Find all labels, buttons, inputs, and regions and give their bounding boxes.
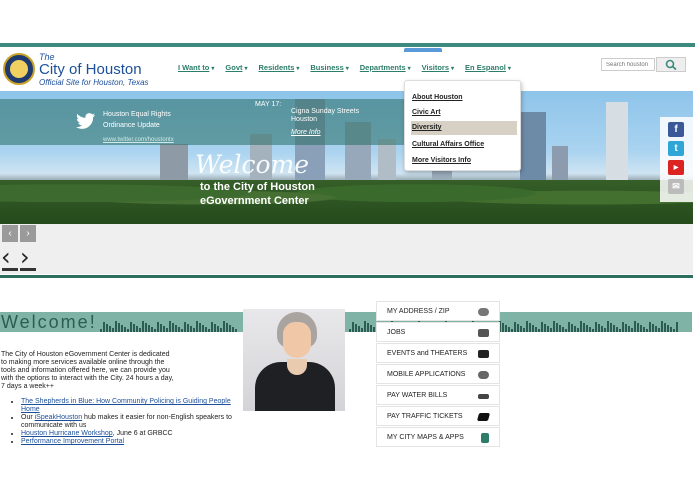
quick-link-pay-water[interactable]: PAY WATER BILLS (376, 385, 500, 405)
chevron-down-icon: ▾ (211, 66, 215, 72)
quick-link-my-address[interactable]: MY ADDRESS / ZIP (376, 301, 500, 321)
list-item: Houston Hurricane Workshop, June 6 at GR… (21, 430, 245, 438)
section-divider (0, 275, 693, 278)
briefcase-icon (478, 329, 489, 337)
hero-welcome-heading: Welcome (195, 150, 310, 179)
city-seal-logo[interactable] (3, 53, 35, 85)
slider-next-button[interactable]: › (20, 243, 30, 271)
search-icon (665, 59, 677, 70)
top-accent-bar (0, 43, 695, 47)
nav-govt[interactable]: Govt ▾ (225, 63, 247, 72)
nav-i-want-to[interactable]: I Want to ▾ (178, 63, 214, 72)
slider-dot[interactable] (2, 268, 18, 271)
news-link[interactable]: Houston Hurricane Workshop (21, 430, 113, 437)
nav-visitors[interactable]: Visitors ▾ (422, 63, 454, 72)
page: The City of Houston Official Site for Ho… (0, 0, 695, 494)
brand-tagline: Official Site for Houston, Texas (39, 78, 149, 87)
search-input[interactable] (601, 58, 655, 71)
house-icon (478, 308, 489, 316)
quick-link-jobs[interactable]: JOBS (376, 322, 500, 342)
intro-paragraph: The City of Houston eGovernment Center i… (1, 351, 174, 390)
chevron-down-icon: ▾ (451, 66, 455, 72)
menu-item-cultural-affairs[interactable]: Cultural Affairs Office (411, 138, 517, 152)
chevron-down-icon: ▾ (407, 66, 411, 72)
map-pin-icon (481, 433, 489, 443)
twitter-link[interactable]: www.twitter.com/houstontx (103, 137, 174, 143)
main-nav: I Want to ▾ Govt ▾ Residents ▾ Business ▾ De… (178, 63, 511, 72)
hero-welcome-subtitle: to the City of Houston (200, 181, 315, 193)
twitter-icon[interactable]: t (668, 141, 684, 156)
phone-icon (478, 371, 489, 379)
tweet-text: Houston Equal Rights (103, 111, 171, 118)
tweet-text: Ordinance Update (103, 122, 160, 129)
search-button[interactable] (656, 57, 686, 72)
youtube-icon[interactable]: ▶ (668, 160, 684, 175)
menu-item-diversity[interactable]: Diversity (411, 121, 517, 135)
slider-prev-small-button[interactable]: ‹ (2, 225, 18, 242)
list-item: Our iSpeakHouston hub makes it easier fo… (21, 414, 245, 430)
facebook-icon[interactable]: f (668, 122, 684, 137)
nav-departments[interactable]: Departments ▾ (360, 63, 411, 72)
menu-item-civic-art[interactable]: Civic Art (411, 106, 517, 120)
chevron-down-icon: ▾ (296, 66, 300, 72)
event-more-info-link[interactable]: More Info (291, 129, 321, 136)
menu-item-more-visitors-info[interactable]: More Visitors Info (411, 154, 517, 168)
list-item: Performance Improvement Portal (21, 438, 245, 446)
twitter-bird-icon (76, 113, 95, 129)
film-icon (478, 350, 489, 358)
menu-item-about-houston[interactable]: About Houston (411, 91, 517, 105)
slider-dot[interactable] (20, 268, 36, 271)
quick-link-pay-traffic[interactable]: PAY TRAFFIC TICKETS (376, 406, 500, 426)
chevron-down-icon: ▾ (345, 66, 349, 72)
news-link[interactable]: iSpeakHouston (35, 414, 82, 421)
slider-next-small-button[interactable]: › (20, 225, 36, 242)
email-icon[interactable]: ✉ (668, 179, 684, 194)
list-item: The Shepherds in Blue: How Community Pol… (21, 398, 245, 414)
slider-strip (0, 224, 693, 274)
faucet-icon (478, 394, 489, 399)
brand-name[interactable]: City of Houston (39, 61, 142, 78)
news-link[interactable]: The Shepherds in Blue: How Community Pol… (21, 398, 231, 413)
quick-link-mobile-apps[interactable]: MOBILE APPLICATIONS (376, 364, 500, 384)
hero-welcome-subtitle: eGovernment Center (200, 195, 309, 207)
event-title: Houston (291, 116, 318, 123)
visitors-dropdown-menu: About Houston Civic Art Diversity Cultur… (404, 80, 521, 171)
nav-residents[interactable]: Residents ▾ (259, 63, 300, 72)
nav-en-espanol[interactable]: En Espanol ▾ (465, 63, 511, 72)
social-links: f t ▶ ✉ (660, 117, 693, 202)
welcome-banner: Welcome! (0, 312, 243, 332)
event-title: Cigna Sunday Streets (291, 108, 360, 115)
news-list: The Shepherds in Blue: How Community Pol… (10, 398, 245, 446)
chevron-down-icon: ▾ (244, 66, 248, 72)
mayor-photo[interactable] (243, 309, 345, 411)
ticket-icon (476, 413, 491, 421)
nav-business[interactable]: Business ▾ (310, 63, 348, 72)
nav-active-indicator (404, 48, 442, 52)
event-date: MAY 17: (255, 101, 282, 108)
chevron-down-icon: ▾ (507, 66, 511, 72)
quick-link-city-maps[interactable]: MY CITY MAPS & APPS (376, 427, 500, 447)
slider-prev-button[interactable]: ‹ (1, 243, 11, 271)
news-link[interactable]: Performance Improvement Portal (21, 438, 124, 445)
welcome-banner-title: Welcome! (1, 312, 97, 332)
quick-link-events[interactable]: EVENTS and THEATERS (376, 343, 500, 363)
